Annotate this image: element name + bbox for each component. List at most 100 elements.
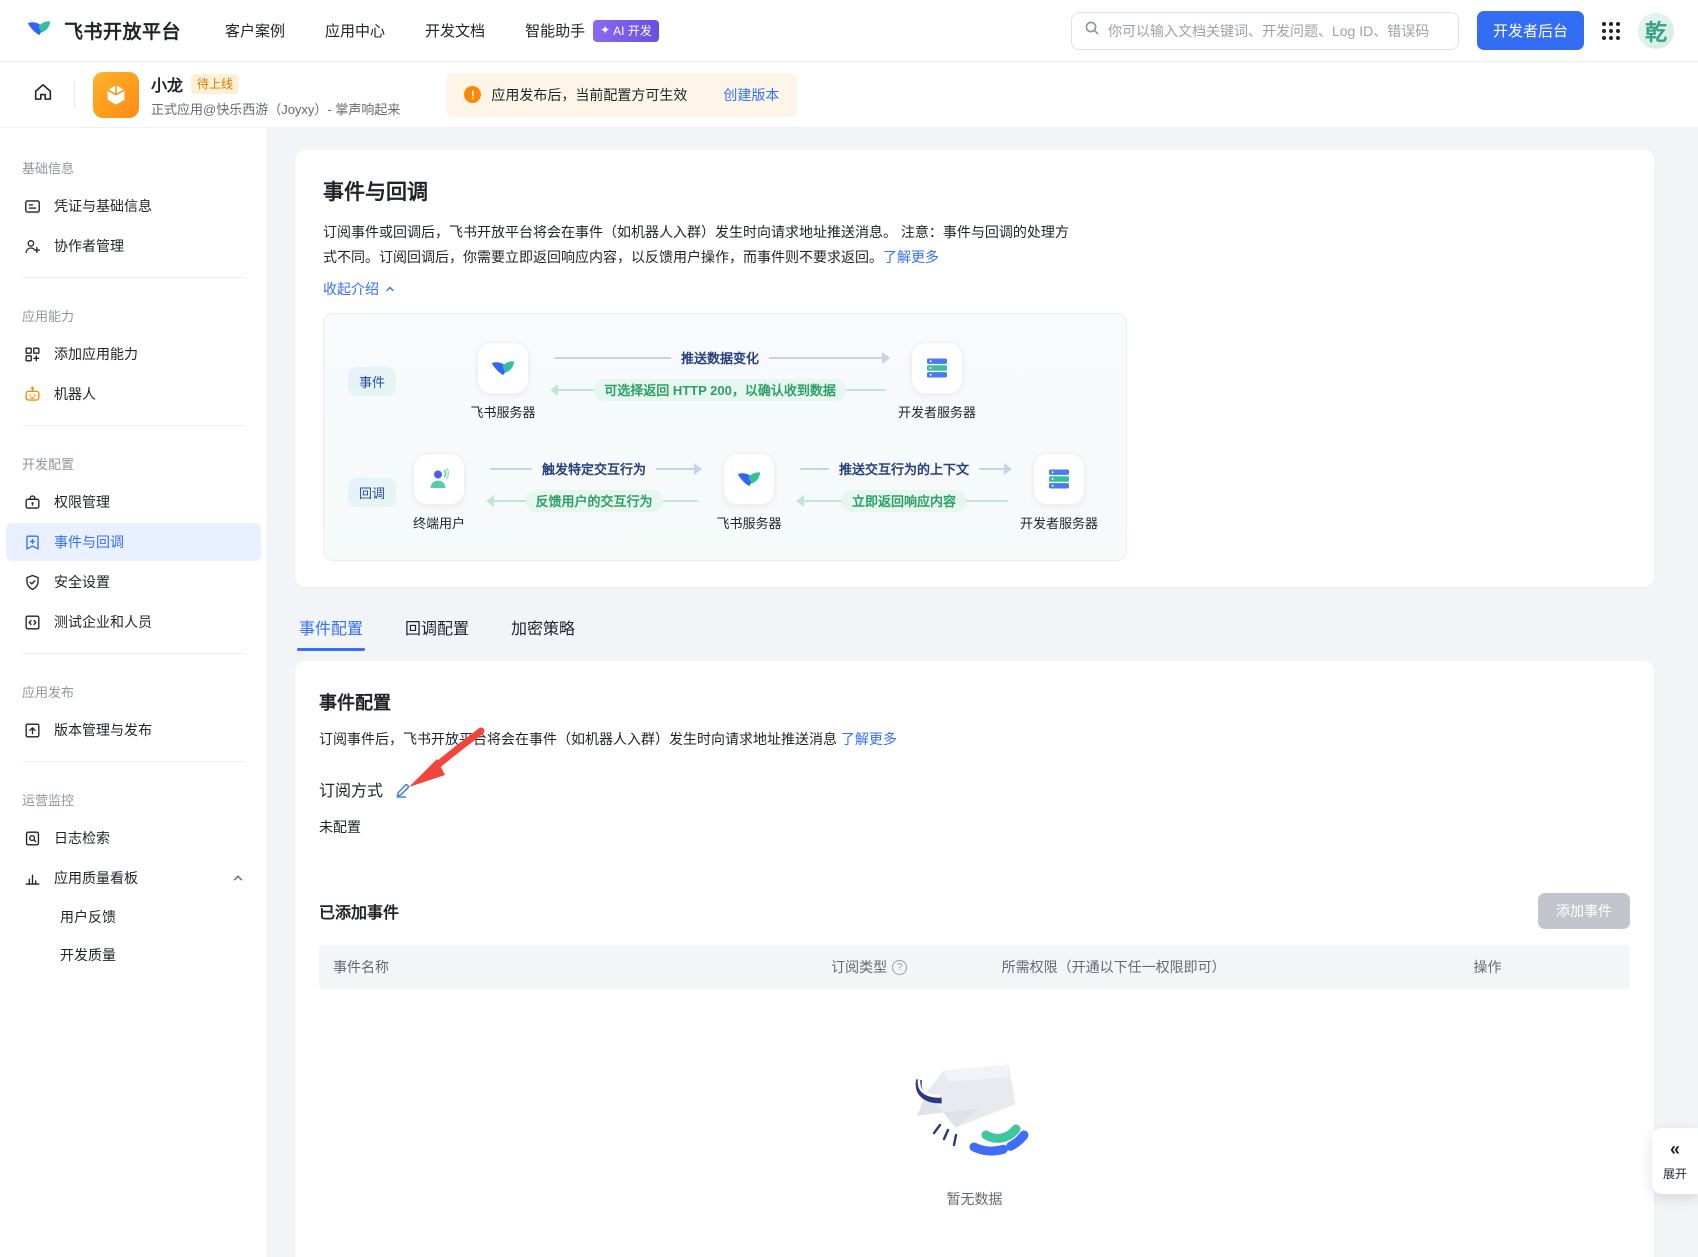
subscription-method-label: 订阅方式 xyxy=(319,783,384,800)
home-button[interactable] xyxy=(26,78,60,112)
column-event-name: 事件名称 xyxy=(333,959,389,975)
log-search-icon xyxy=(22,828,42,848)
column-required-permissions: 所需权限（开通以下任一权限即可） xyxy=(1001,959,1226,975)
sidebar-section-basic: 基础信息 xyxy=(22,161,75,176)
help-icon[interactable]: ? xyxy=(892,959,908,975)
app-icon xyxy=(93,71,139,118)
add-event-button[interactable]: 添加事件 xyxy=(1538,893,1630,929)
server-icon xyxy=(911,342,964,394)
arrow-label: 立即返回响应内容 xyxy=(842,489,967,512)
feishu-server-node: 飞书服务器 xyxy=(706,453,792,532)
developer-server-node: 开发者服务器 xyxy=(1016,453,1102,532)
event-config-description: 订阅事件后，飞书开放平台将会在事件（如机器人入群）发生时向请求地址推送消息 了解… xyxy=(319,731,897,747)
brand[interactable]: 飞书开放平台 xyxy=(24,13,181,48)
sidebar-item-label: 安全设置 xyxy=(54,574,110,590)
shield-check-icon xyxy=(22,572,42,592)
nav-item-assistant[interactable]: 智能助手 ✦ AI 开发 xyxy=(525,19,659,42)
create-version-link[interactable]: 创建版本 xyxy=(723,85,779,105)
nav-item-assistant-label: 智能助手 xyxy=(525,23,586,40)
intro-description: 订阅事件或回调后，飞书开放平台将会在事件（如机器人入群）发生时向请求地址推送消息… xyxy=(323,224,1069,265)
search-input[interactable] xyxy=(1107,22,1446,39)
sidebar-item-label: 协作者管理 xyxy=(54,238,124,254)
robot-icon xyxy=(22,384,42,404)
nav-item-docs[interactable]: 开发文档 xyxy=(425,20,485,41)
node-label: 飞书服务器 xyxy=(470,405,536,420)
tab-callback-config[interactable]: 回调配置 xyxy=(403,607,471,651)
code-icon xyxy=(22,612,42,632)
divider xyxy=(22,277,245,278)
sidebar-section-devconfig: 开发配置 xyxy=(22,457,75,472)
apps-grid-icon[interactable] xyxy=(1602,21,1620,40)
tab-encryption-policy[interactable]: 加密策略 xyxy=(509,607,577,651)
collapse-intro-link[interactable]: 收起介绍 xyxy=(323,279,396,299)
sidebar-item-label: 测试企业和人员 xyxy=(54,614,152,630)
column-subscription-type: 订阅类型 ? xyxy=(817,957,987,977)
forward-arrow: 推送数据变化 xyxy=(552,346,891,369)
global-search xyxy=(1070,11,1459,50)
add-capability-icon xyxy=(22,344,42,364)
arrow-label: 反馈用户的交互行为 xyxy=(525,489,663,512)
forward-arrow: 推送交互行为的上下文 xyxy=(798,457,1013,480)
added-events-title: 已添加事件 xyxy=(319,905,400,922)
sidebar-section-capability: 应用能力 xyxy=(22,309,75,324)
sidebar-item-permissions[interactable]: 权限管理 xyxy=(6,483,261,521)
status-badge: 待上线 xyxy=(191,73,240,94)
sidebar-item-quality-dashboard[interactable]: 应用质量看板 xyxy=(6,859,261,897)
return-arrow: 立即返回响应内容 xyxy=(796,489,1010,512)
chevron-up-icon[interactable] xyxy=(231,871,245,885)
sidebar-item-log-search[interactable]: 日志检索 xyxy=(6,819,261,857)
subscription-status: 未配置 xyxy=(319,819,361,835)
sidebar-item-version-release[interactable]: 版本管理与发布 xyxy=(6,711,261,749)
sidebar-item-add-capability[interactable]: 添加应用能力 xyxy=(6,335,261,373)
sidebar-section-release: 应用发布 xyxy=(22,685,75,700)
empty-box-illustration xyxy=(915,1064,1028,1156)
node-label: 终端用户 xyxy=(413,516,466,531)
divider xyxy=(22,653,245,654)
arrow-label: 推送交互行为的上下文 xyxy=(829,457,980,480)
sidebar-item-credentials[interactable]: 凭证与基础信息 xyxy=(6,187,261,225)
divider xyxy=(74,81,75,108)
return-arrow: 反馈用户的交互行为 xyxy=(486,489,700,512)
app-sub-header: 小龙 待上线 正式应用@快乐西游（Joyxy）- 掌声响起来 ! 应用发布后，当… xyxy=(0,62,1698,128)
column-actions: 操作 xyxy=(1473,959,1502,975)
chevron-up-icon xyxy=(386,286,394,292)
permission-icon xyxy=(22,492,42,512)
sidebar-item-security[interactable]: 安全设置 xyxy=(6,563,261,601)
developer-console-button[interactable]: 开发者后台 xyxy=(1476,11,1584,50)
app-name: 小龙 xyxy=(151,77,184,95)
ai-dev-badge: ✦ AI 开发 xyxy=(593,19,659,42)
sidebar-subitem-user-feedback[interactable]: 用户反馈 xyxy=(6,899,261,935)
feishu-server-node: 飞书服务器 xyxy=(460,342,546,421)
warning-icon: ! xyxy=(464,86,482,103)
learn-more-link[interactable]: 了解更多 xyxy=(883,249,939,265)
collaborator-icon xyxy=(22,236,42,256)
sidebar-subitem-dev-quality[interactable]: 开发质量 xyxy=(6,937,261,973)
nav-item-cases[interactable]: 客户案例 xyxy=(225,20,285,41)
arrow-label: 可选择返回 HTTP 200，以确认收到数据 xyxy=(594,378,846,401)
sidebar-item-label: 凭证与基础信息 xyxy=(54,198,152,214)
feishu-logo-icon xyxy=(477,342,530,394)
sidebar-item-bot[interactable]: 机器人 xyxy=(6,375,261,413)
events-table-header: 事件名称 订阅类型 ? 所需权限（开通以下任一权限即可） 操作 xyxy=(319,945,1630,989)
config-tabs: 事件配置 回调配置 加密策略 xyxy=(297,607,1652,651)
expand-panel-button[interactable]: « 展开 xyxy=(1652,1128,1698,1194)
sidebar-item-label: 用户反馈 xyxy=(60,909,116,925)
event-config-card: 事件配置 订阅事件后，飞书开放平台将会在事件（如机器人入群）发生时向请求地址推送… xyxy=(295,661,1654,1257)
sidebar-item-label: 版本管理与发布 xyxy=(54,722,152,738)
publish-warning-banner: ! 应用发布后，当前配置方可生效 创建版本 xyxy=(446,72,798,117)
developer-server-node: 开发者服务器 xyxy=(894,342,980,421)
credential-icon xyxy=(22,196,42,216)
sidebar-item-collaborators[interactable]: 协作者管理 xyxy=(6,227,261,265)
edit-subscription-button[interactable] xyxy=(395,781,411,798)
sidebar-item-test-company[interactable]: 测试企业和人员 xyxy=(6,603,261,641)
avatar[interactable]: 乾 xyxy=(1638,12,1674,49)
tab-event-config[interactable]: 事件配置 xyxy=(297,607,366,651)
learn-more-link[interactable]: 了解更多 xyxy=(841,731,897,747)
brand-name: 飞书开放平台 xyxy=(64,22,182,43)
release-icon xyxy=(22,720,42,740)
nav-item-appcenter[interactable]: 应用中心 xyxy=(325,20,385,41)
event-callback-icon xyxy=(22,532,42,552)
sidebar-item-events-callbacks[interactable]: 事件与回调 xyxy=(6,523,261,561)
event-config-title: 事件配置 xyxy=(319,693,391,713)
end-user-node: 终端用户 xyxy=(396,453,482,532)
